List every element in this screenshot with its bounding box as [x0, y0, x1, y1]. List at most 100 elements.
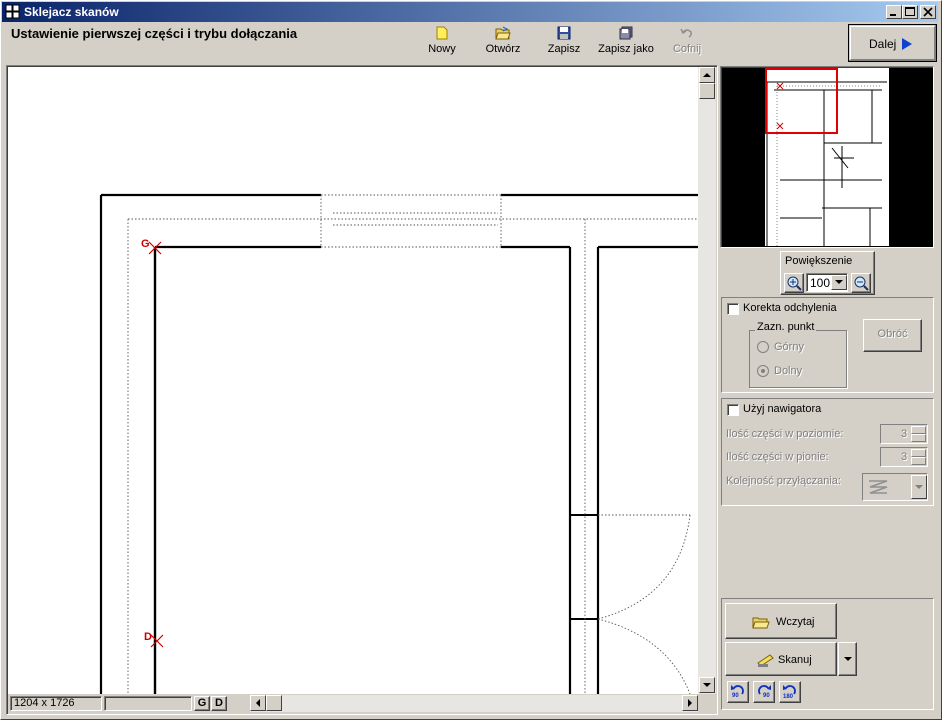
- navigator-checkbox-label: Użyj nawigatora: [743, 403, 822, 415]
- join-order-label: Kolejność przyłączania:: [726, 475, 841, 487]
- zoom-panel: Powiększenie 100: [780, 251, 875, 295]
- chevron-down-icon: [915, 485, 923, 489]
- step-heading: Ustawienie pierwszej części i trybu dołą…: [11, 26, 298, 41]
- load-button[interactable]: Wczytaj: [725, 603, 837, 639]
- h-scroll-thumb[interactable]: [266, 695, 282, 711]
- arrow-up-icon: [703, 73, 711, 77]
- minimize-icon: [890, 14, 896, 16]
- rotate-left-90-button[interactable]: 90: [727, 681, 749, 703]
- open-label: Otwórz: [485, 43, 521, 55]
- zoom-value: 100: [810, 276, 831, 290]
- zoom-in-icon: [787, 276, 802, 291]
- open-folder-icon: [495, 26, 511, 40]
- scanner-icon: [757, 654, 774, 667]
- horizontal-up-button[interactable]: [911, 426, 926, 434]
- scan-label: Skanuj: [778, 654, 812, 666]
- join-order-dropdown-button[interactable]: [911, 475, 927, 499]
- new-button[interactable]: Nowy: [424, 26, 460, 55]
- save-as-icon: [619, 26, 633, 40]
- goto-top-point-button[interactable]: G: [194, 696, 210, 711]
- bottom-point-label: Dolny: [774, 365, 803, 377]
- next-label: Dalej: [869, 37, 897, 51]
- marker-top: G: [141, 238, 150, 250]
- new-label: Nowy: [428, 43, 456, 55]
- horizontal-parts-value: 3: [901, 428, 908, 440]
- skew-panel: Korekta odchylenia Zazn. punkt Górny Dol…: [721, 297, 934, 393]
- zoom-select[interactable]: 100: [806, 273, 848, 292]
- open-button[interactable]: Otwórz: [482, 26, 524, 55]
- scan-button[interactable]: Skanuj: [725, 642, 837, 676]
- open-folder-icon: [752, 617, 770, 629]
- maximize-button[interactable]: [902, 5, 918, 19]
- new-file-icon: [436, 26, 448, 40]
- marker-bottom: D: [144, 631, 152, 643]
- app-icon: [5, 4, 20, 19]
- rotate-button[interactable]: Obróć: [863, 319, 922, 352]
- close-button[interactable]: [920, 5, 936, 19]
- scroll-up-button[interactable]: [699, 67, 715, 83]
- navigator-panel: Użyj nawigatora Ilość części w poziomie:…: [721, 398, 934, 506]
- skew-checkbox[interactable]: [727, 303, 739, 315]
- undo-icon: [680, 28, 692, 38]
- rotate-right-90-label: 90: [763, 693, 770, 699]
- status-empty: [104, 696, 192, 711]
- mark-point-group-label: Zazn. punkt: [755, 321, 817, 333]
- rotate-180-button[interactable]: 180: [779, 681, 801, 703]
- horizontal-scrollbar[interactable]: [250, 695, 698, 712]
- scan-canvas[interactable]: G D: [8, 67, 698, 694]
- zoom-label: Powiększenie: [785, 255, 853, 267]
- top-point-radio[interactable]: [757, 341, 769, 353]
- actions-panel: Wczytaj Skanuj 90 90 180: [721, 598, 934, 710]
- scroll-thumb[interactable]: [699, 83, 715, 99]
- navigator-checkbox[interactable]: [727, 404, 739, 416]
- zoom-out-icon: [854, 276, 869, 291]
- zoom-out-button[interactable]: [851, 273, 871, 293]
- maximize-icon: [905, 7, 915, 16]
- play-arrow-icon: [902, 38, 912, 50]
- vertical-down-button[interactable]: [911, 457, 926, 465]
- scroll-left-button[interactable]: [250, 695, 266, 711]
- title-bar[interactable]: Sklejacz skanów: [2, 2, 938, 22]
- minimize-button[interactable]: [886, 5, 902, 19]
- window-title: Sklejacz skanów: [24, 5, 119, 19]
- rotate-right-90-button[interactable]: 90: [753, 681, 775, 703]
- join-order-select[interactable]: [862, 473, 928, 501]
- arrow-left-icon: [256, 699, 260, 707]
- undo-button[interactable]: Cofnij: [670, 26, 704, 55]
- horizontal-parts-spinner[interactable]: 3: [880, 424, 928, 444]
- scroll-down-button[interactable]: [699, 677, 715, 693]
- scroll-right-button[interactable]: [682, 695, 698, 711]
- save-label: Zapisz: [547, 43, 581, 55]
- preview-thumbnail[interactable]: [722, 68, 932, 246]
- undo-label: Cofnij: [672, 43, 702, 55]
- goto-bottom-point-button[interactable]: D: [211, 696, 227, 711]
- save-as-button[interactable]: Zapisz jako: [596, 26, 656, 55]
- rotate-180-label: 180: [783, 694, 794, 700]
- vertical-up-button[interactable]: [911, 449, 926, 457]
- next-button[interactable]: Dalej: [848, 24, 937, 62]
- scan-image: G D: [99, 193, 698, 694]
- vertical-parts-spinner[interactable]: 3: [880, 447, 928, 467]
- load-label: Wczytaj: [776, 616, 815, 628]
- horizontal-down-button[interactable]: [911, 434, 926, 442]
- close-icon: [923, 7, 933, 17]
- save-button[interactable]: Zapisz: [544, 26, 584, 55]
- preview-frame: [720, 66, 934, 248]
- zoom-in-button[interactable]: [784, 273, 804, 293]
- chevron-down-icon: [844, 657, 852, 661]
- top-point-label: Górny: [774, 341, 804, 353]
- horizontal-parts-label: Ilość części w poziomie:: [726, 428, 844, 440]
- floppy-disk-icon: [557, 26, 571, 40]
- rotate-left-90-label: 90: [732, 693, 739, 699]
- status-bar: 1204 x 1726 G D: [8, 694, 698, 712]
- join-order-zigzag-icon: [869, 480, 888, 494]
- bottom-point-radio[interactable]: [757, 365, 769, 377]
- zoom-dropdown-button[interactable]: [831, 275, 847, 290]
- save-as-label: Zapisz jako: [598, 43, 654, 55]
- rotate-right-icon: [758, 685, 771, 695]
- rotate-left-icon: [731, 685, 744, 695]
- scan-options-button[interactable]: [838, 642, 857, 676]
- vertical-scrollbar[interactable]: [698, 67, 716, 694]
- skew-checkbox-label: Korekta odchylenia: [743, 302, 837, 314]
- mark-point-group: [749, 330, 847, 388]
